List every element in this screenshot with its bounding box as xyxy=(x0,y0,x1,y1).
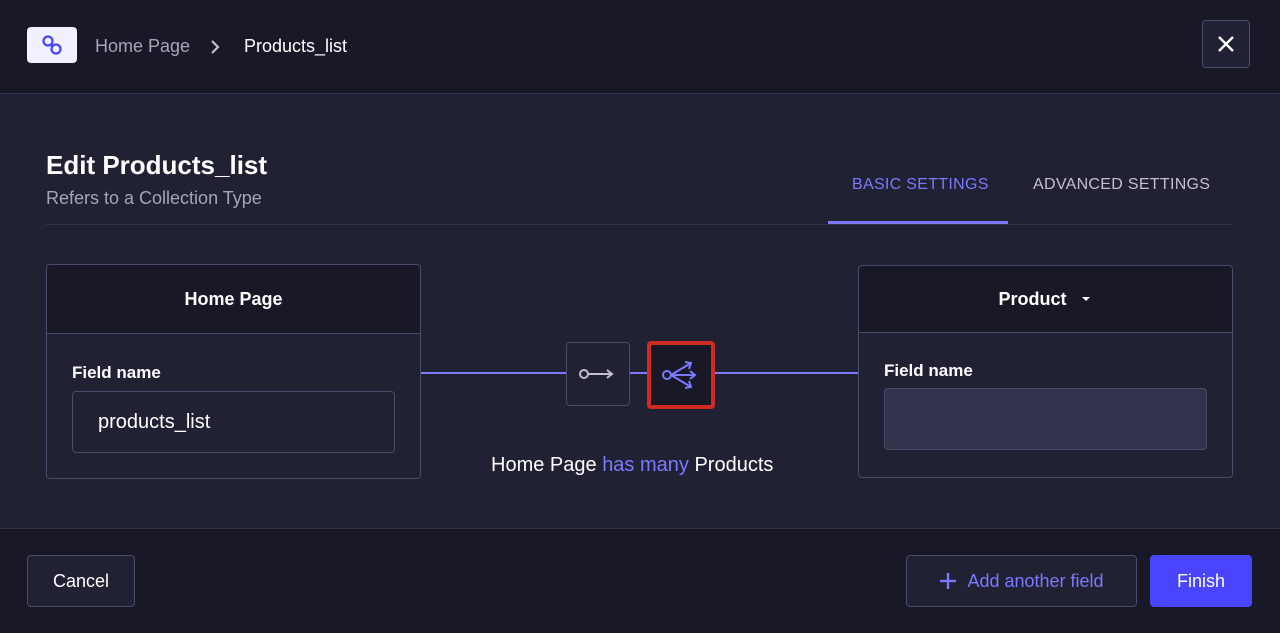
has-many-relation-button[interactable] xyxy=(647,341,715,409)
plus-icon xyxy=(940,573,957,589)
page-title: Edit Products_list xyxy=(46,150,268,180)
relation-line-left xyxy=(421,372,566,374)
add-another-field-label: Add another field xyxy=(967,570,1104,591)
link-icon xyxy=(42,35,62,55)
tab-basic-settings[interactable]: BASIC SETTINGS xyxy=(852,176,989,194)
page-subtitle: Refers to a Collection Type xyxy=(46,188,262,208)
caret-down-icon xyxy=(1081,297,1090,301)
add-another-field-button[interactable]: Add another field xyxy=(906,555,1137,607)
close-button[interactable] xyxy=(1202,20,1250,68)
chevron-right-icon xyxy=(211,40,220,54)
relation-line-right xyxy=(715,372,858,374)
has-many-relation-icon xyxy=(662,361,697,389)
relation-text-accent: has many xyxy=(602,454,689,476)
relation-text-end: Products xyxy=(694,454,774,476)
finish-button[interactable]: Finish xyxy=(1150,555,1252,607)
target-content-type-select[interactable]: Product xyxy=(859,266,1232,333)
source-card-title: Home Page xyxy=(47,265,420,334)
one-way-relation-button[interactable] xyxy=(566,342,630,406)
tab-advanced-settings[interactable]: ADVANCED SETTINGS xyxy=(1033,176,1210,194)
relation-description: Home Page has many Products xyxy=(491,454,773,477)
source-field-name-input[interactable] xyxy=(72,391,395,453)
breadcrumb-current: Products_list xyxy=(244,36,348,56)
link-logo xyxy=(27,27,77,63)
source-field-label: Field name xyxy=(72,363,161,382)
cancel-button[interactable]: Cancel xyxy=(27,555,135,607)
close-icon xyxy=(1218,36,1234,52)
relation-text-start: Home Page xyxy=(491,454,597,476)
source-content-type-card: Home Page Field name xyxy=(46,264,421,479)
target-content-type-card: Product Field name xyxy=(858,265,1233,478)
tabs-divider xyxy=(46,224,1233,225)
target-field-label: Field name xyxy=(884,361,973,380)
relation-line-middle xyxy=(630,372,647,374)
target-card-title: Product xyxy=(998,288,1067,309)
one-way-relation-icon xyxy=(579,369,614,379)
modal-header: Home Page Products_list xyxy=(0,0,1280,94)
target-field-name-input[interactable] xyxy=(884,388,1207,450)
modal-footer: Cancel Add another field Finish xyxy=(0,528,1280,633)
breadcrumb-home[interactable]: Home Page xyxy=(95,36,190,57)
